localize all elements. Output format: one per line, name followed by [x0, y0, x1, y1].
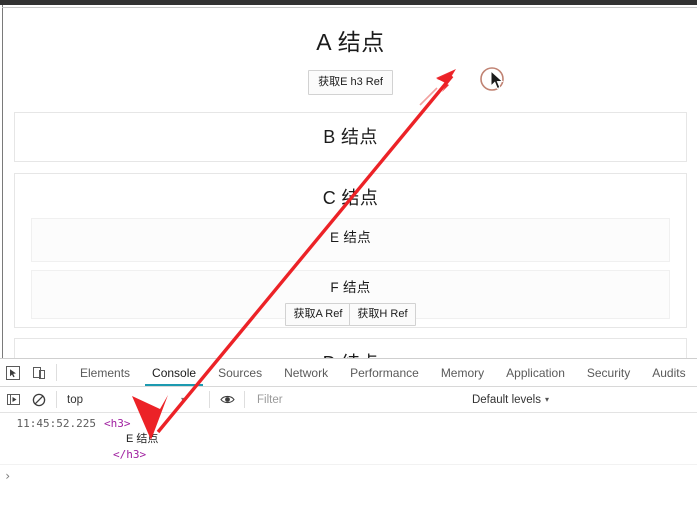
filterbar-divider-3	[244, 391, 245, 408]
tab-security-label: Security	[586, 365, 631, 380]
tab-security[interactable]: Security	[576, 359, 641, 386]
node-box-e: E 结点	[31, 218, 670, 262]
clear-console-icon[interactable]	[26, 387, 52, 413]
heading-node-f: F 结点	[330, 280, 371, 295]
tab-memory[interactable]: Memory	[430, 359, 495, 386]
get-h-ref-button[interactable]: 获取H Ref	[349, 303, 416, 326]
chevron-down-icon: ▾	[180, 395, 185, 404]
devtools-panel: Elements Console Sources Network Perform…	[0, 358, 697, 505]
tab-sources-label: Sources	[218, 365, 263, 380]
tab-console-label: Console	[152, 365, 197, 380]
tab-performance-label: Performance	[350, 365, 419, 380]
console-filter-input[interactable]: Filter	[249, 394, 472, 406]
tab-performance[interactable]: Performance	[339, 359, 430, 386]
console-prompt-row[interactable]: ›	[0, 465, 697, 483]
page-top-border	[2, 7, 697, 8]
heading-node-e: E 结点	[330, 230, 371, 245]
devtools-tabbar: Elements Console Sources Network Perform…	[0, 359, 697, 387]
tab-console[interactable]: Console	[141, 359, 207, 386]
heading-node-c: C 结点	[322, 188, 379, 208]
filterbar-divider-1	[56, 391, 57, 408]
console-filter-bar: top ▾ Filter Default levels ▾	[0, 387, 697, 413]
button-row-a: 获取E h3 Ref	[4, 70, 697, 95]
log-levels-dropdown[interactable]: Default levels ▾	[472, 394, 549, 406]
node-box-c: C 结点 E 结点 F 结点 获取A Ref 获取H Ref	[14, 173, 687, 328]
tab-audits-label: Audits	[652, 365, 686, 380]
tabbar-divider	[56, 364, 57, 381]
console-prompt-caret: ›	[4, 469, 12, 483]
button-row-f: 获取A Ref 获取H Ref	[32, 303, 669, 326]
page-left-border	[2, 5, 3, 358]
node-box-d: D 结点	[14, 338, 687, 358]
console-timestamp: 11:45:52.225	[16, 417, 96, 430]
heading-node-d: D 结点	[15, 351, 686, 358]
execution-context-value: top	[67, 393, 83, 406]
console-message-row[interactable]: 11:45:52.225 <h3> E 结点 </h3>	[0, 413, 697, 465]
page-content: A 结点 获取E h3 Ref B 结点 C 结点 E 结点 F 结点 获取A …	[4, 9, 697, 358]
html-inner-text: E 结点	[126, 433, 159, 445]
console-output: 11:45:52.225 <h3> E 结点 </h3> ›	[0, 413, 697, 505]
get-e-h3-ref-button[interactable]: 获取E h3 Ref	[308, 70, 393, 95]
tab-application[interactable]: Application	[495, 359, 576, 386]
execution-context-selector[interactable]: top ▾	[61, 391, 191, 409]
node-box-f: F 结点 获取A Ref 获取H Ref	[31, 270, 670, 326]
devtools-tab-list: Elements Console Sources Network Perform…	[69, 359, 697, 386]
device-toolbar-icon[interactable]	[26, 360, 52, 386]
filterbar-divider-2	[209, 391, 210, 408]
tab-elements[interactable]: Elements	[69, 359, 141, 386]
inspect-element-icon[interactable]	[0, 360, 26, 386]
screenshot-root: A 结点 获取E h3 Ref B 结点 C 结点 E 结点 F 结点 获取A …	[0, 0, 697, 505]
get-a-ref-button[interactable]: 获取A Ref	[285, 303, 351, 326]
heading-node-b: B 结点	[323, 127, 378, 147]
tab-sources[interactable]: Sources	[207, 359, 273, 386]
heading-node-a: A 结点	[316, 29, 385, 55]
tab-audits[interactable]: Audits	[641, 359, 696, 386]
console-html-element[interactable]: <h3> E 结点 </h3>	[104, 416, 158, 462]
tab-memory-label: Memory	[440, 365, 485, 380]
tab-network-label: Network	[284, 365, 329, 380]
node-box-b: B 结点	[14, 112, 687, 162]
html-open-tag: <h3>	[104, 417, 131, 430]
html-close-tag: </h3>	[113, 448, 147, 461]
console-sidebar-eye-icon[interactable]	[214, 387, 240, 413]
execute-icon[interactable]	[0, 387, 26, 413]
tab-network[interactable]: Network	[273, 359, 339, 386]
chevron-down-icon: ▾	[544, 395, 549, 404]
log-levels-label: Default levels	[471, 393, 541, 406]
tab-application-label: Application	[506, 365, 565, 380]
page-viewport: A 结点 获取E h3 Ref B 结点 C 结点 E 结点 F 结点 获取A …	[0, 5, 697, 358]
tab-elements-label: Elements	[80, 365, 131, 380]
